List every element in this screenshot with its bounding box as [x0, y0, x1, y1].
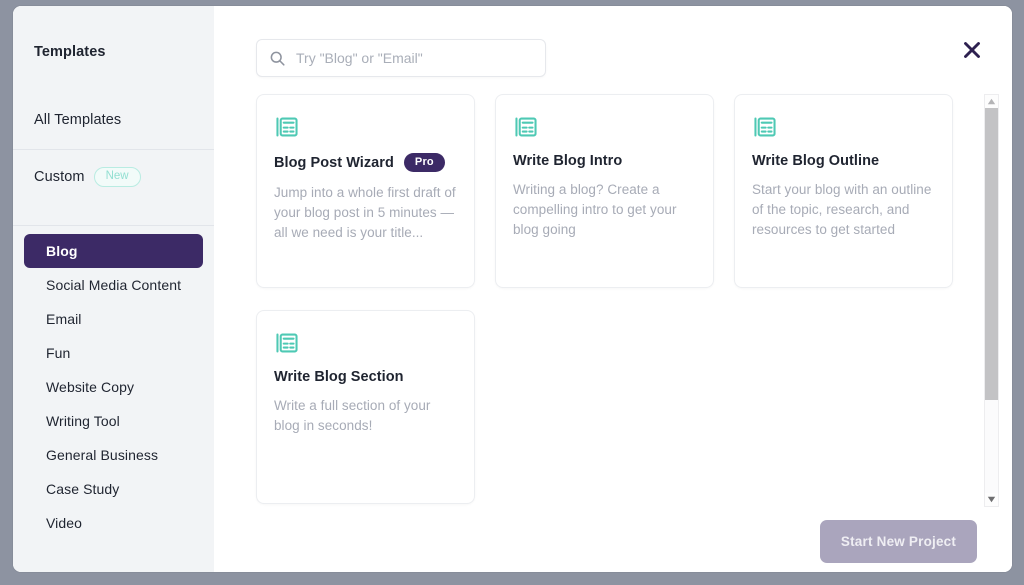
template-cards-scroll-area: Blog Post Wizard Pro Jump into a whole f…: [256, 94, 966, 506]
triangle-down-icon[interactable]: [985, 493, 998, 506]
article-icon: [513, 114, 696, 140]
card-title-row: Write Blog Section: [274, 369, 457, 385]
template-picker-window: Templates All Templates Custom New Blog …: [13, 6, 1012, 572]
start-new-project-button[interactable]: Start New Project: [820, 520, 977, 563]
card-description: Write a full section of your blog in sec…: [274, 398, 431, 433]
search-input[interactable]: [296, 50, 526, 66]
scrollbar-track[interactable]: [985, 108, 998, 493]
triangle-up-icon[interactable]: [985, 95, 998, 108]
sidebar-item-website-copy[interactable]: Website Copy: [24, 370, 203, 404]
pro-badge: Pro: [403, 153, 445, 173]
template-card-write-blog-intro[interactable]: Write Blog Intro Writing a blog? Create …: [495, 94, 714, 288]
search-bar[interactable]: [256, 39, 546, 77]
template-card-blog-post-wizard[interactable]: Blog Post Wizard Pro Jump into a whole f…: [256, 94, 475, 288]
sidebar-category-list: Blog Social Media Content Email Fun Webs…: [13, 226, 214, 540]
close-icon[interactable]: [961, 39, 983, 61]
sidebar: Templates All Templates Custom New Blog …: [13, 6, 214, 572]
sidebar-item-custom-label: Custom: [34, 169, 85, 186]
sidebar-item-blog[interactable]: Blog: [24, 234, 203, 269]
article-icon: [274, 330, 457, 356]
sidebar-item-custom[interactable]: Custom New: [13, 150, 214, 204]
card-description: Start your blog with an outline of the t…: [752, 182, 932, 237]
card-title: Write Blog Intro: [513, 153, 623, 169]
template-card-grid: Blog Post Wizard Pro Jump into a whole f…: [256, 94, 966, 504]
article-icon: [752, 114, 935, 140]
card-description: Writing a blog? Create a compelling intr…: [513, 182, 677, 237]
sidebar-item-video[interactable]: Video: [24, 506, 203, 540]
sidebar-item-fun[interactable]: Fun: [24, 336, 203, 370]
sidebar-item-writing-tool[interactable]: Writing Tool: [24, 404, 203, 438]
sidebar-item-all-templates[interactable]: All Templates: [13, 60, 214, 128]
card-title: Blog Post Wizard: [274, 154, 394, 171]
card-title-row: Blog Post Wizard Pro: [274, 153, 457, 173]
card-description: Jump into a whole first draft of your bl…: [274, 185, 456, 241]
card-title: Write Blog Section: [274, 369, 404, 385]
sidebar-item-social-media-content[interactable]: Social Media Content: [24, 268, 203, 302]
card-title: Write Blog Outline: [752, 153, 880, 169]
search-icon: [269, 50, 286, 67]
vertical-scrollbar[interactable]: [984, 94, 999, 507]
card-title-row: Write Blog Outline: [752, 153, 935, 169]
new-badge: New: [93, 167, 141, 188]
scrollbar-thumb[interactable]: [985, 108, 998, 400]
template-card-write-blog-section[interactable]: Write Blog Section Write a full section …: [256, 310, 475, 504]
template-card-write-blog-outline[interactable]: Write Blog Outline Start your blog with …: [734, 94, 953, 288]
main-content: Blog Post Wizard Pro Jump into a whole f…: [214, 6, 1012, 572]
sidebar-item-case-study[interactable]: Case Study: [24, 472, 203, 506]
sidebar-item-email[interactable]: Email: [24, 302, 203, 336]
card-title-row: Write Blog Intro: [513, 153, 696, 169]
sidebar-item-general-business[interactable]: General Business: [24, 438, 203, 472]
page-title: Templates: [34, 44, 106, 60]
article-icon: [274, 114, 457, 140]
